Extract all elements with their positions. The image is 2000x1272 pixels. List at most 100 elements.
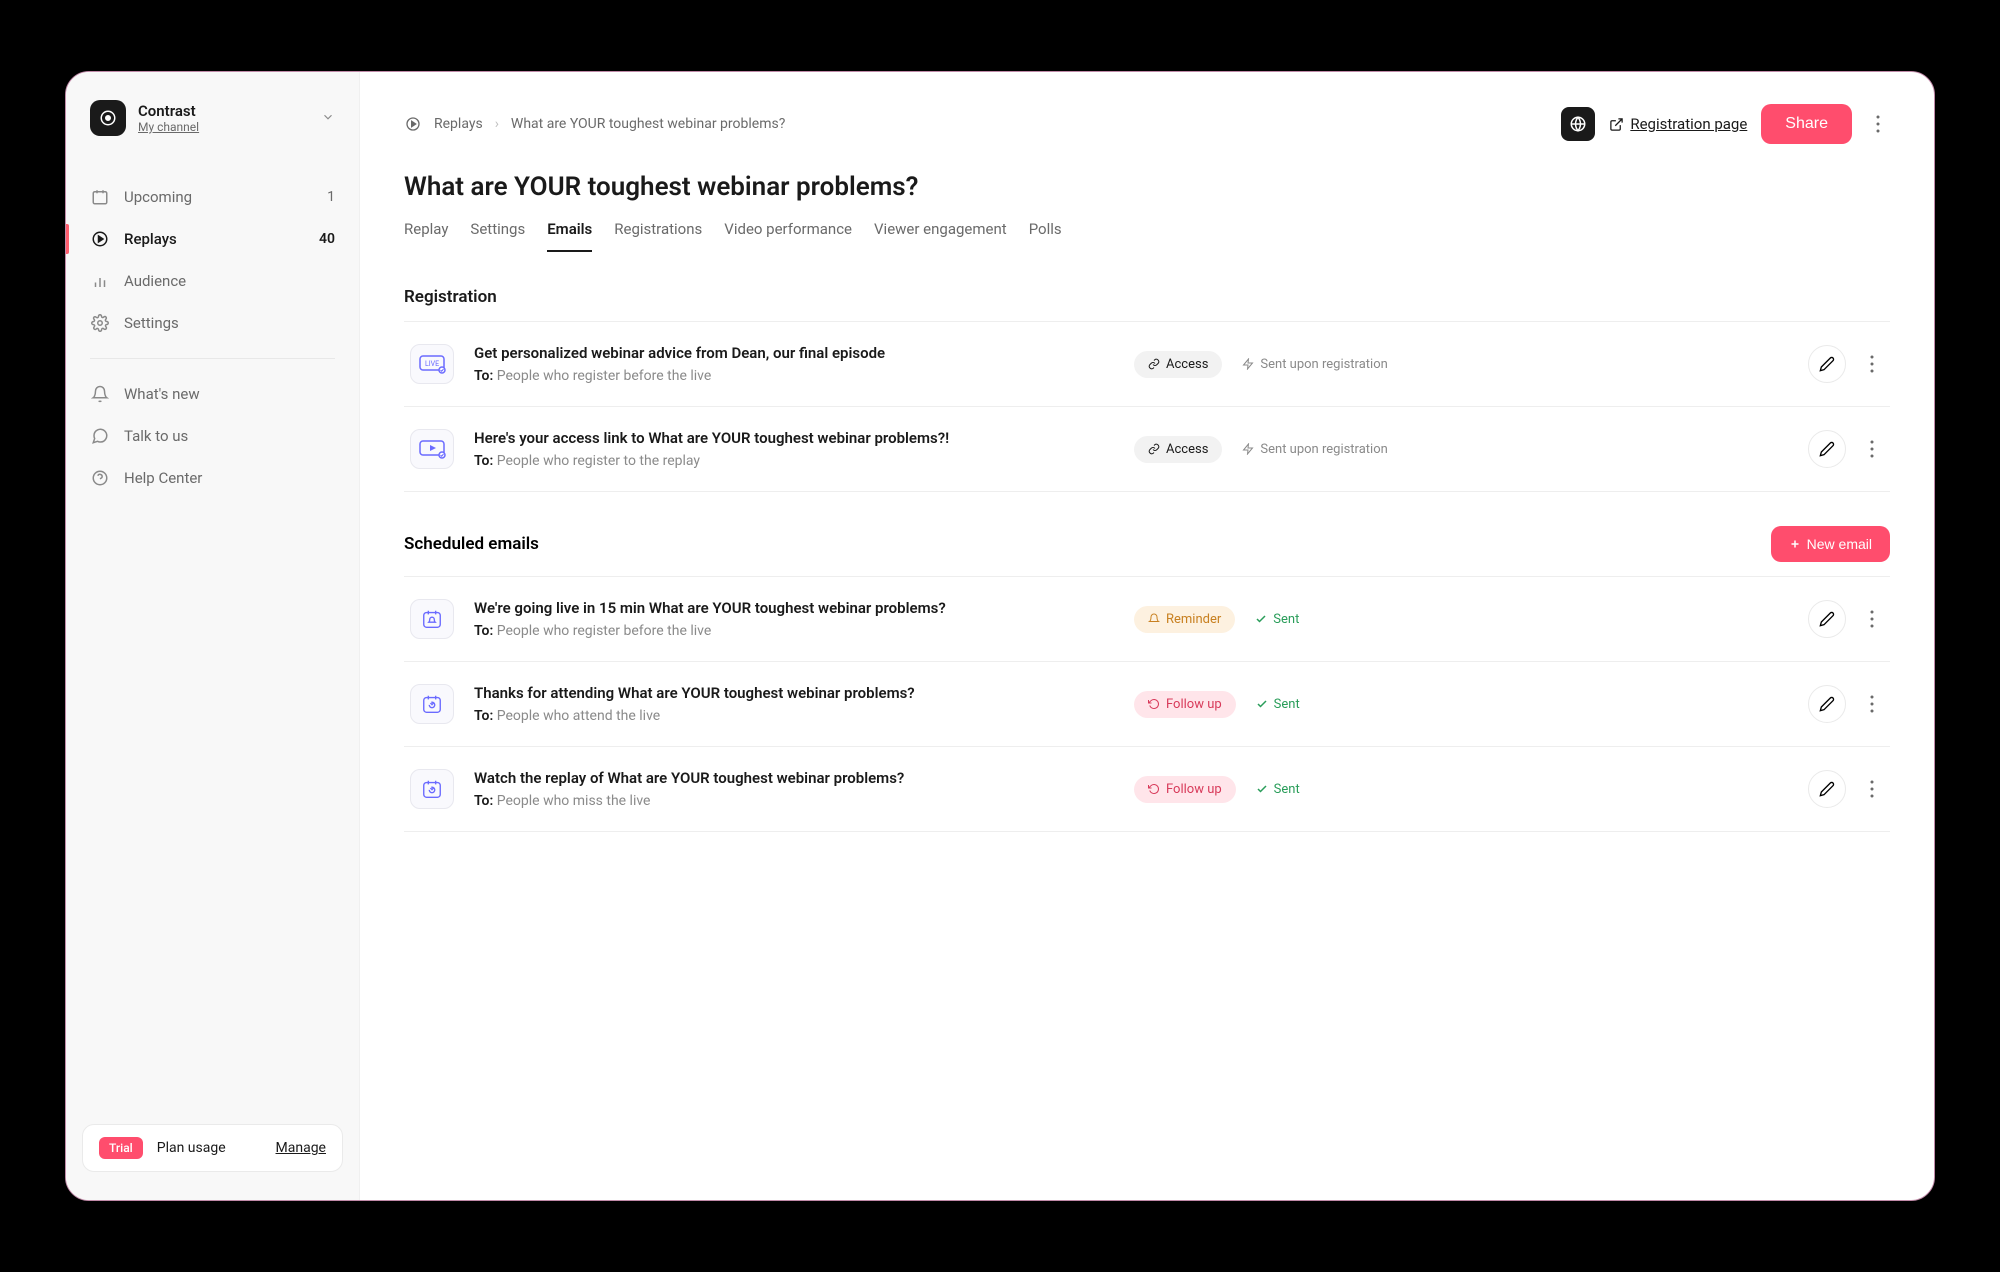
edit-button[interactable] <box>1808 600 1846 638</box>
tab-replay[interactable]: Replay <box>404 220 448 252</box>
edit-button[interactable] <box>1808 430 1846 468</box>
edit-button[interactable] <box>1808 770 1846 808</box>
email-actions <box>1808 345 1884 383</box>
link-icon <box>1148 443 1160 455</box>
email-text: Thanks for attending What are YOUR tough… <box>474 684 1114 724</box>
play-circle-icon <box>404 115 422 133</box>
section-title-registration: Registration <box>404 287 1890 307</box>
row-more-button[interactable] <box>1860 688 1884 720</box>
tab-registrations[interactable]: Registrations <box>614 220 702 252</box>
email-badges: Access Sent upon registration <box>1134 436 1454 463</box>
calendar-icon <box>90 187 110 207</box>
page-title: What are YOUR toughest webinar problems? <box>404 172 1890 202</box>
topbar: Replays › What are YOUR toughest webinar… <box>404 104 1890 144</box>
plus-icon <box>1789 538 1801 550</box>
new-email-button[interactable]: New email <box>1771 526 1890 562</box>
manage-link[interactable]: Manage <box>276 1140 326 1156</box>
sidebar-item-replays[interactable]: Replays 40 <box>66 218 359 260</box>
tab-emails[interactable]: Emails <box>547 220 592 252</box>
dots-vertical-icon <box>1870 610 1874 628</box>
main-content: Replays › What are YOUR toughest webinar… <box>360 72 1934 1200</box>
pencil-icon <box>1819 696 1835 712</box>
email-thumb-play-icon <box>410 429 454 469</box>
email-to: To: People who register before the live <box>474 623 1114 639</box>
row-more-button[interactable] <box>1860 603 1884 635</box>
email-thumb-live-icon: LIVE <box>410 344 454 384</box>
breadcrumb-root[interactable]: Replays <box>434 116 483 132</box>
bolt-icon <box>1242 443 1254 455</box>
email-row: Thanks for attending What are YOUR tough… <box>404 662 1890 747</box>
section-header-scheduled: Scheduled emails New email <box>404 526 1890 562</box>
tab-settings[interactable]: Settings <box>470 220 525 252</box>
section-title-scheduled: Scheduled emails <box>404 534 539 554</box>
breadcrumb: Replays › What are YOUR toughest webinar… <box>404 115 785 133</box>
sidebar-item-audience[interactable]: Audience <box>66 260 359 302</box>
sidebar-item-label: Replays <box>124 230 319 248</box>
email-row: LIVE Get personalized webinar advice fro… <box>404 322 1890 407</box>
sidebar: Contrast My channel Upcoming 1 Replays 4… <box>66 72 360 1200</box>
registration-page-link[interactable]: Registration page <box>1609 115 1747 133</box>
sidebar-item-count: 1 <box>327 189 335 205</box>
status-sent: Sent <box>1256 782 1300 797</box>
email-actions <box>1808 430 1884 468</box>
gear-icon <box>90 313 110 333</box>
email-title: Here's your access link to What are YOUR… <box>474 429 1114 447</box>
edit-button[interactable] <box>1808 345 1846 383</box>
more-menu-button[interactable] <box>1866 108 1890 140</box>
check-icon <box>1256 783 1268 795</box>
access-badge: Access <box>1134 436 1222 463</box>
share-button[interactable]: Share <box>1761 104 1852 144</box>
pencil-icon <box>1819 781 1835 797</box>
rotate-icon <box>1148 698 1160 710</box>
email-text: Here's your access link to What are YOUR… <box>474 429 1114 469</box>
email-text: Watch the replay of What are YOUR toughe… <box>474 769 1114 809</box>
email-row: Watch the replay of What are YOUR toughe… <box>404 747 1890 832</box>
link-icon <box>1148 358 1160 370</box>
tab-polls[interactable]: Polls <box>1029 220 1062 252</box>
email-badges: Follow up Sent <box>1134 776 1454 803</box>
email-badges: Access Sent upon registration <box>1134 351 1454 378</box>
email-to: To: People who register before the live <box>474 368 1114 384</box>
check-icon <box>1256 698 1268 710</box>
bell-icon <box>90 384 110 404</box>
status-text: Sent upon registration <box>1242 442 1387 457</box>
svg-text:LIVE: LIVE <box>425 360 439 368</box>
email-title: Get personalized webinar advice from Dea… <box>474 344 1114 362</box>
sidebar-item-talk-to-us[interactable]: Talk to us <box>66 415 359 457</box>
email-to: To: People who attend the live <box>474 708 1114 724</box>
primary-nav: Upcoming 1 Replays 40 Audience Settings … <box>66 164 359 511</box>
scheduled-email-list: We're going live in 15 min What are YOUR… <box>404 576 1890 832</box>
tab-video-performance[interactable]: Video performance <box>724 220 852 252</box>
brand-logo-icon <box>90 100 126 136</box>
email-to: To: People who register to the replay <box>474 453 1114 469</box>
sidebar-item-upcoming[interactable]: Upcoming 1 <box>66 176 359 218</box>
brand-subtitle[interactable]: My channel <box>138 120 321 134</box>
top-actions: Registration page Share <box>1561 104 1890 144</box>
email-to: To: People who miss the live <box>474 793 1114 809</box>
email-title: We're going live in 15 min What are YOUR… <box>474 599 1114 617</box>
email-text: Get personalized webinar advice from Dea… <box>474 344 1114 384</box>
brand-text: Contrast My channel <box>138 102 321 134</box>
sidebar-item-whats-new[interactable]: What's new <box>66 373 359 415</box>
dots-vertical-icon <box>1876 115 1880 133</box>
email-actions <box>1808 685 1884 723</box>
row-more-button[interactable] <box>1860 433 1884 465</box>
chevron-right-icon: › <box>495 116 499 132</box>
dots-vertical-icon <box>1870 780 1874 798</box>
edit-button[interactable] <box>1808 685 1846 723</box>
sidebar-item-count: 40 <box>319 231 335 247</box>
tab-viewer-engagement[interactable]: Viewer engagement <box>874 220 1007 252</box>
sidebar-item-help-center[interactable]: Help Center <box>66 457 359 499</box>
reminder-badge: Reminder <box>1134 606 1235 633</box>
email-title: Thanks for attending What are YOUR tough… <box>474 684 1114 702</box>
pencil-icon <box>1819 356 1835 372</box>
row-more-button[interactable] <box>1860 348 1884 380</box>
app-window: Contrast My channel Upcoming 1 Replays 4… <box>65 71 1935 1201</box>
sidebar-item-settings[interactable]: Settings <box>66 302 359 344</box>
plan-usage-label: Plan usage <box>157 1140 262 1156</box>
sidebar-item-label: Settings <box>124 314 335 332</box>
workspace-switcher[interactable]: Contrast My channel <box>66 100 359 164</box>
row-more-button[interactable] <box>1860 773 1884 805</box>
bell-icon <box>1148 613 1160 625</box>
language-button[interactable] <box>1561 107 1595 141</box>
